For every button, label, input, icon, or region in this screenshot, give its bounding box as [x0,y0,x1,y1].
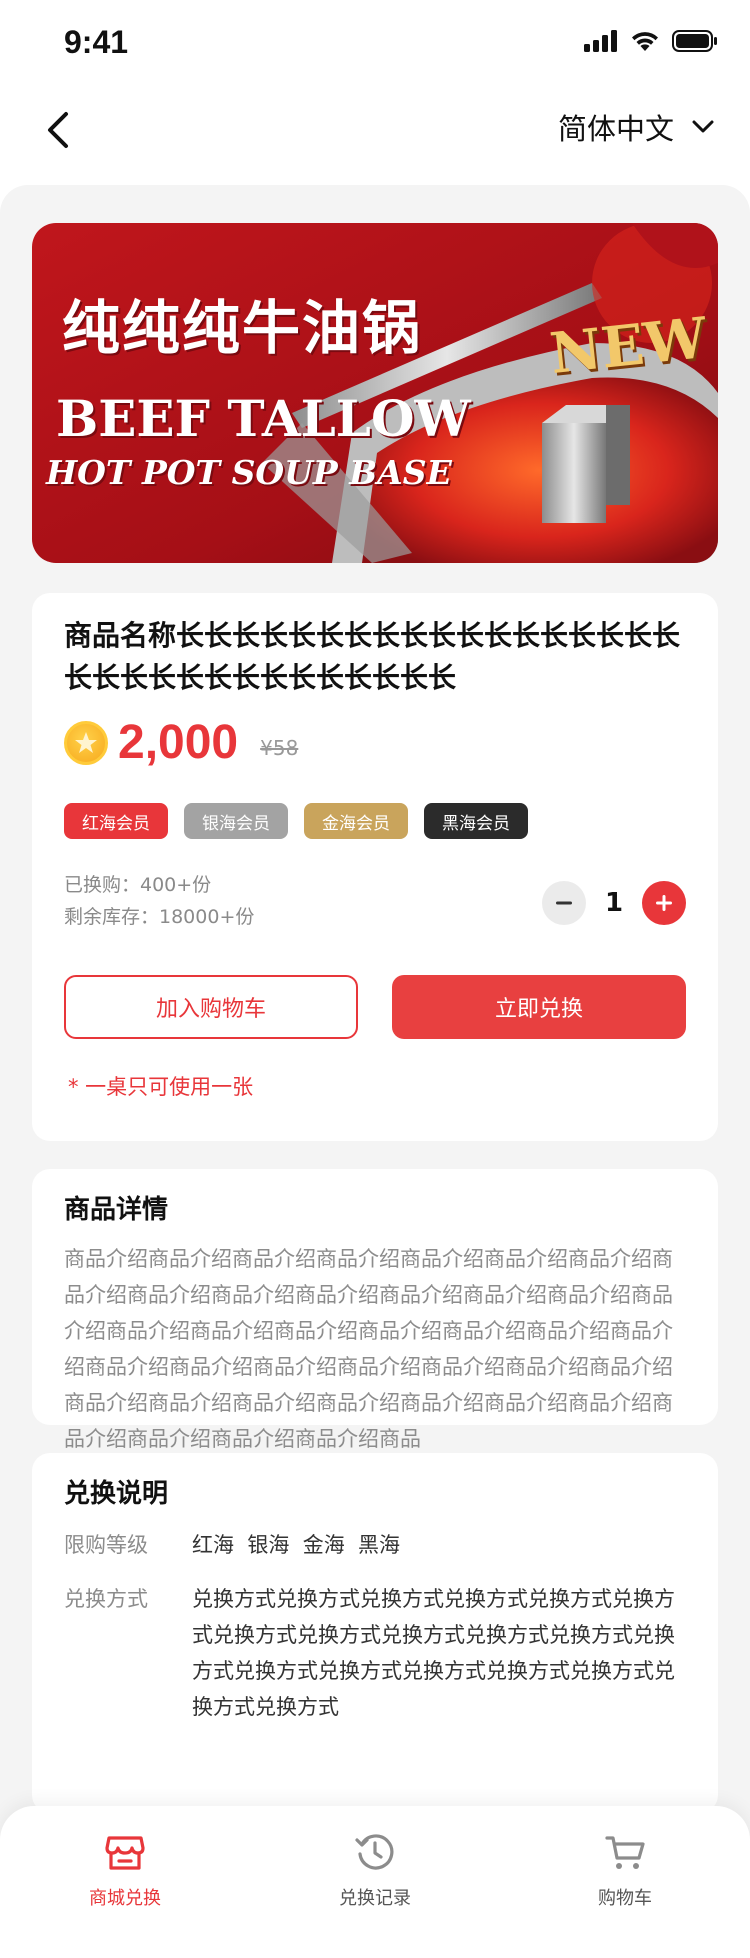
original-price: ¥58 [260,735,299,760]
method-value: 兑换方式兑换方式兑换方式兑换方式兑换方式兑换方式兑换方式兑换方式兑换方式兑换方式… [192,1587,675,1719]
banner-line2: HOT POT SOUP BASE [46,453,452,492]
banner-line1: BEEF TALLOW [56,389,471,448]
increase-button[interactable] [642,881,686,925]
quantity-value: 1 [604,888,624,918]
quantity-stepper: 1 [542,881,686,925]
level-row: 限购等级 红海 银海 金海 黑海 [64,1527,692,1563]
tab-cart[interactable]: 购物车 [500,1806,750,1958]
product-card: 商品名称长长长长长长长长长长长长长长长长长长长长长长长长长长长长长长长长 2,0… [32,593,718,1141]
exchange-title: 兑换说明 [64,1479,169,1509]
price-row: 2,000 ¥58 [64,715,298,770]
member-tag-gold: 金海会员 [304,803,408,839]
history-clock-icon [355,1834,394,1870]
member-tag-black: 黑海会员 [424,803,528,839]
action-buttons: 加入购物车 立即兑换 [64,975,686,1039]
battery-icon [672,30,717,52]
status-bar: 9:41 [0,0,750,84]
tab-exchange-records[interactable]: 兑换记录 [250,1806,500,1958]
add-to-cart-button[interactable]: 加入购物车 [64,975,358,1039]
details-title: 商品详情 [64,1195,169,1225]
tab-shop-label: 商城兑换 [89,1888,161,1909]
back-button[interactable] [40,106,80,154]
product-price: 2,000 [118,716,239,769]
nav-bar: 简体中文 [0,84,750,180]
cellular-signal-icon [584,30,617,52]
tab-records-label: 兑换记录 [339,1888,411,1909]
plus-icon [656,895,672,911]
exchange-info-card: 兑换说明 限购等级 红海 银海 金海 黑海 兑换方式 兑换方式兑换方式兑换方式兑… [32,1453,718,1813]
decrease-button[interactable] [542,881,586,925]
level-value: 红海 银海 金海 黑海 [192,1533,401,1557]
member-tags: 红海会员 银海会员 金海会员 黑海会员 [64,803,528,839]
main-content: 纯纯纯牛油锅 BEEF TALLOW HOT POT SOUP BASE NEW… [0,185,750,1958]
redeemed-count: 已换购：400+份 [64,874,212,896]
language-select[interactable]: 简体中文 [558,106,714,148]
bottom-tab-bar: 商城兑换 兑换记录 购物车 [0,1806,750,1958]
status-icons [584,30,718,52]
product-name: 商品名称长长长长长长长长长长长长长长长长长长长长长长长长长长长长长长长长 [64,619,681,694]
chevron-down-icon [692,120,714,133]
coin-icon [64,720,108,765]
product-banner-image: 纯纯纯牛油锅 BEEF TALLOW HOT POT SOUP BASE NEW [32,223,718,563]
store-icon [105,1836,145,1870]
member-tag-red: 红海会员 [64,803,168,839]
status-time: 9:41 [64,24,129,60]
method-label: 兑换方式 [64,1587,148,1611]
tab-cart-label: 购物车 [598,1888,652,1909]
shopping-cart-icon [605,1836,645,1869]
product-details-card: 商品详情 商品介绍商品介绍商品介绍商品介绍商品介绍商品介绍商品介绍商品介绍商品介… [32,1169,718,1451]
level-label: 限购等级 [64,1533,148,1557]
wifi-icon [632,32,658,51]
minus-icon [556,901,572,905]
chevron-left-icon [48,112,68,148]
usage-notice: * 一桌只可使用一张 [68,1075,254,1099]
redeem-now-button[interactable]: 立即兑换 [392,975,686,1039]
stock-count: 剩余库存：18000+份 [64,906,255,928]
product-stats: 已换购：400+份 剩余库存：18000+份 [64,869,254,933]
tab-shop-exchange[interactable]: 商城兑换 [0,1806,250,1958]
details-text: 商品介绍商品介绍商品介绍商品介绍商品介绍商品介绍商品介绍商品介绍商品介绍商品介绍… [64,1247,673,1451]
member-tag-silver: 银海会员 [184,803,288,839]
language-label: 简体中文 [557,112,674,146]
method-row: 兑换方式 兑换方式兑换方式兑换方式兑换方式兑换方式兑换方式兑换方式兑换方式兑换方… [64,1581,692,1725]
banner-title-cn: 纯纯纯牛油锅 [62,294,423,362]
